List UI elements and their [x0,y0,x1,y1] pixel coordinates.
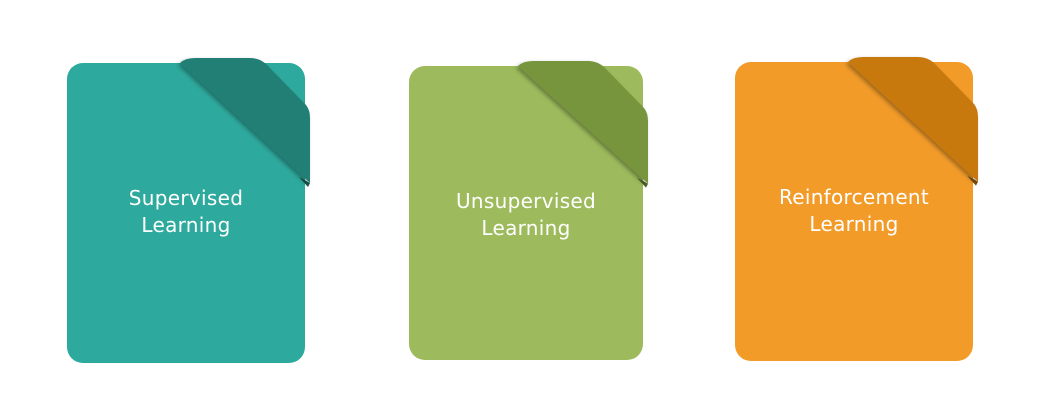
card-label-line: Learning [481,216,571,240]
card-supervised-learning: Supervised Learning [67,58,310,363]
card-label-line: Learning [809,212,899,236]
card-label: Supervised Learning [67,185,305,239]
card-label: Reinforcement Learning [735,184,973,238]
card-label-line: Learning [141,213,231,237]
card-reinforcement-learning: Reinforcement Learning [735,57,978,361]
card-label-line: Supervised [128,186,244,210]
card-label-line: Reinforcement [778,185,930,209]
card-unsupervised-learning: Unsupervised Learning [409,61,648,360]
card-label-line: Unsupervised [455,189,597,213]
card-label: Unsupervised Learning [409,188,643,242]
